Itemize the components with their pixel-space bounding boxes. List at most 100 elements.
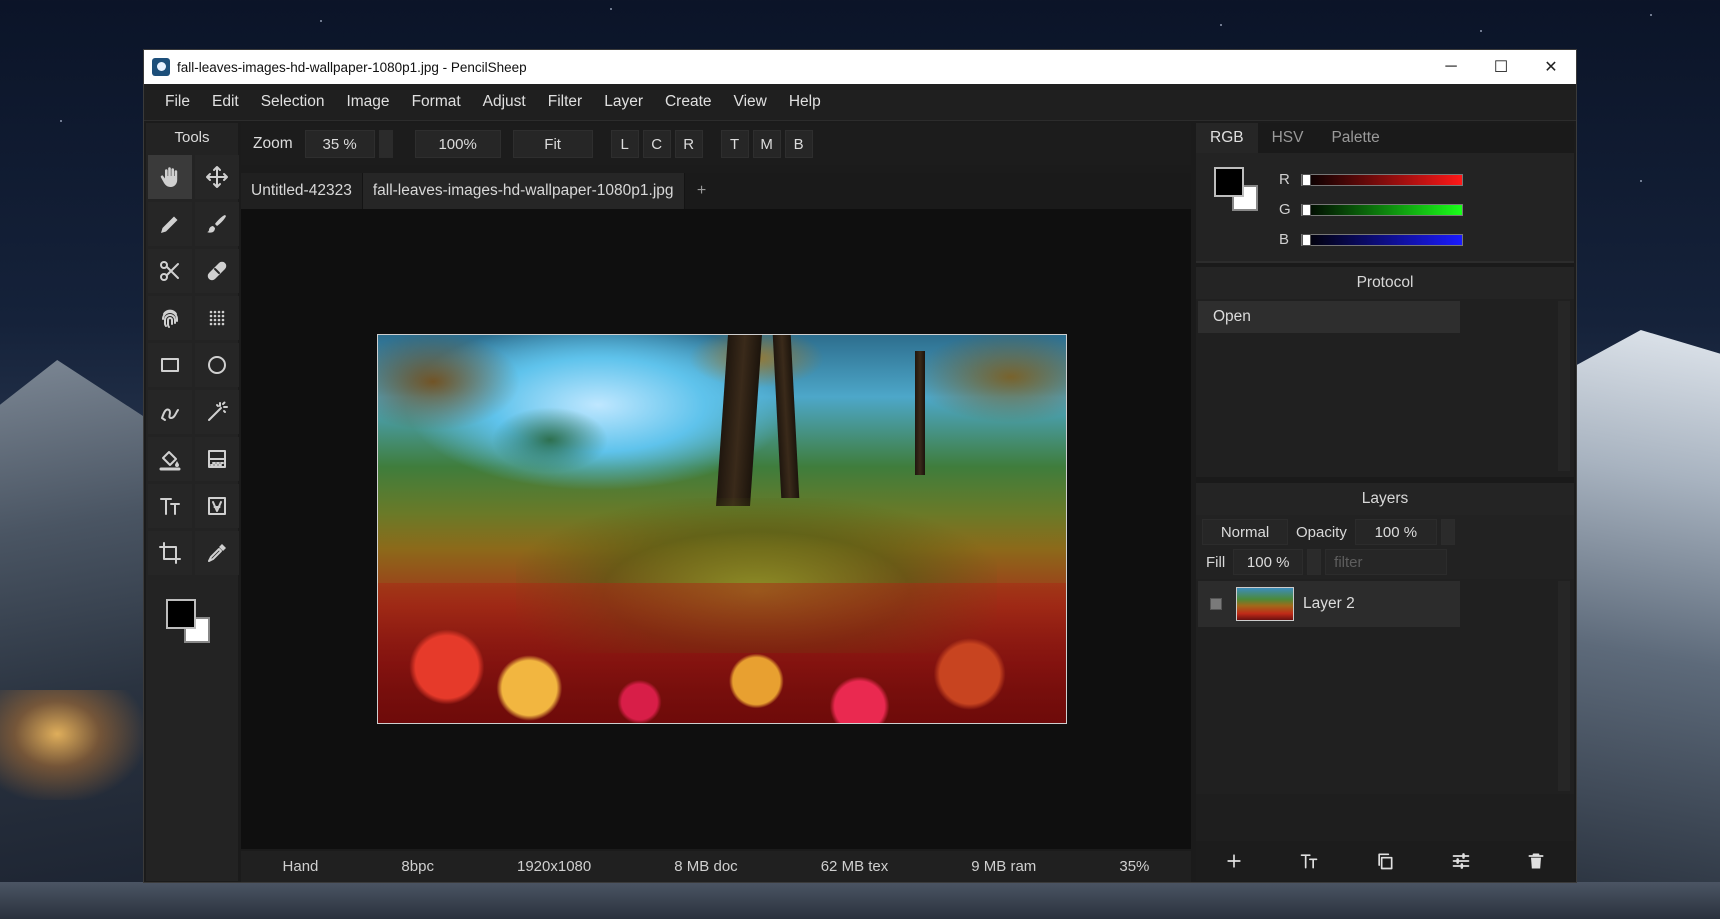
protocol-list: Open	[1196, 299, 1574, 477]
trash-icon	[1528, 853, 1544, 869]
menu-edit[interactable]: Edit	[201, 93, 250, 111]
zoom-spinner[interactable]	[378, 130, 393, 158]
tools-header: Tools	[174, 129, 210, 146]
align-center-button[interactable]: C	[642, 130, 671, 158]
tab-untitled[interactable]: Untitled-42323	[241, 173, 363, 209]
pattern-tool[interactable]	[195, 296, 239, 340]
menu-help[interactable]: Help	[778, 93, 832, 111]
tab-palette[interactable]: Palette	[1317, 123, 1393, 153]
eyedropper-tool[interactable]	[195, 531, 239, 575]
status-bit-depth: 8bpc	[401, 858, 434, 875]
align-middle-button[interactable]: M	[752, 130, 781, 158]
blue-slider-handle[interactable]	[1302, 233, 1311, 246]
text-frame-tool[interactable]	[195, 484, 239, 528]
fill-input[interactable]: 100 %	[1233, 549, 1304, 575]
green-slider-handle[interactable]	[1302, 203, 1311, 216]
gradient-icon	[208, 450, 226, 468]
color-swatches[interactable]	[166, 599, 226, 659]
opacity-input[interactable]: 100 %	[1354, 519, 1437, 545]
right-panel: RGB HSV Palette R G B Protocol Open Laye…	[1196, 123, 1574, 881]
menu-bar: File Edit Selection Image Format Adjust …	[144, 84, 1576, 121]
magic-wand-tool[interactable]	[195, 390, 239, 434]
text-tool[interactable]	[148, 484, 192, 528]
menu-format[interactable]: Format	[401, 93, 472, 111]
foreground-color-swatch[interactable]	[166, 599, 196, 629]
image-trunk	[914, 350, 925, 475]
canvas-area[interactable]	[241, 209, 1191, 849]
app-window: fall-leaves-images-hd-wallpaper-1080p1.j…	[143, 49, 1577, 883]
protocol-scrollbar[interactable]	[1558, 301, 1570, 471]
minimize-button[interactable]: ─	[1426, 50, 1476, 84]
rectangle-tool[interactable]	[148, 343, 192, 387]
align-right-button[interactable]: R	[674, 130, 703, 158]
add-layer-button[interactable]	[1219, 846, 1249, 876]
layer-filter-input[interactable]: filter	[1325, 549, 1448, 575]
color-tabs: RGB HSV Palette	[1196, 123, 1574, 153]
foreground-color-swatch[interactable]	[1214, 167, 1244, 197]
fill-spinner[interactable]	[1307, 549, 1322, 575]
lasso-tool[interactable]	[148, 390, 192, 434]
pencil-tool[interactable]	[148, 202, 192, 246]
brush-tool[interactable]	[195, 202, 239, 246]
menu-file[interactable]: File	[154, 93, 201, 111]
layer-adjustments-button[interactable]	[1446, 846, 1476, 876]
document-image[interactable]	[377, 334, 1067, 724]
hand-tool[interactable]	[148, 155, 192, 199]
menu-adjust[interactable]: Adjust	[472, 93, 537, 111]
tab-hsv[interactable]: HSV	[1258, 123, 1318, 153]
window-title: fall-leaves-images-hd-wallpaper-1080p1.j…	[177, 59, 527, 75]
heal-tool[interactable]	[195, 249, 239, 293]
fill-tool[interactable]	[148, 437, 192, 481]
text-icon	[160, 498, 180, 515]
align-left-button[interactable]: L	[610, 130, 639, 158]
add-tab-button[interactable]: +	[685, 173, 719, 209]
duplicate-layer-button[interactable]	[1370, 846, 1400, 876]
mountain-right	[1576, 330, 1720, 919]
protocol-header: Protocol	[1196, 267, 1574, 299]
red-slider[interactable]	[1301, 173, 1463, 186]
delete-layer-button[interactable]	[1521, 846, 1551, 876]
align-top-button[interactable]: T	[720, 130, 749, 158]
close-button[interactable]: ✕	[1526, 50, 1576, 84]
add-text-layer-button[interactable]	[1294, 846, 1324, 876]
document-tabs: Untitled-42323 fall-leaves-images-hd-wal…	[241, 173, 1191, 209]
move-tool[interactable]	[195, 155, 239, 199]
bandage-icon	[207, 261, 227, 281]
menu-selection[interactable]: Selection	[250, 93, 336, 111]
blue-slider[interactable]	[1301, 233, 1463, 246]
title-bar[interactable]: fall-leaves-images-hd-wallpaper-1080p1.j…	[144, 50, 1576, 84]
gradient-tool[interactable]	[195, 437, 239, 481]
align-bottom-button[interactable]: B	[784, 130, 813, 158]
duplicate-icon	[1378, 853, 1393, 870]
tab-fall-leaves[interactable]: fall-leaves-images-hd-wallpaper-1080p1.j…	[362, 173, 685, 209]
ellipse-tool[interactable]	[195, 343, 239, 387]
desktop-foreground	[0, 882, 1720, 919]
blend-mode-select[interactable]: Normal	[1202, 519, 1288, 545]
menu-view[interactable]: View	[723, 93, 778, 111]
slider-label-b: B	[1279, 231, 1290, 248]
zoom-fit-button[interactable]: Fit	[512, 130, 593, 158]
layers-scrollbar[interactable]	[1558, 581, 1570, 791]
opacity-spinner[interactable]	[1440, 519, 1455, 545]
zoom-100-button[interactable]: 100%	[414, 130, 501, 158]
move-icon	[206, 166, 228, 188]
menu-layer[interactable]: Layer	[593, 93, 654, 111]
red-slider-handle[interactable]	[1302, 173, 1311, 186]
menu-image[interactable]: Image	[335, 93, 400, 111]
green-slider[interactable]	[1301, 203, 1463, 216]
maximize-button[interactable]: ☐	[1476, 50, 1526, 84]
menu-create[interactable]: Create	[654, 93, 723, 111]
protocol-item-open[interactable]: Open	[1198, 301, 1460, 333]
scissors-tool[interactable]	[148, 249, 192, 293]
zoom-input[interactable]: 35 %	[304, 130, 375, 158]
color-picker: R G B	[1196, 153, 1574, 263]
tool-options-bar: Zoom 35 % 100% Fit L C R T M B	[241, 123, 1191, 165]
layer-visibility-checkbox[interactable]	[1210, 598, 1222, 610]
village-lights	[0, 690, 143, 800]
status-tool: Hand	[282, 858, 319, 875]
menu-filter[interactable]: Filter	[537, 93, 593, 111]
smudge-tool[interactable]	[148, 296, 192, 340]
tab-rgb[interactable]: RGB	[1196, 123, 1258, 153]
crop-tool[interactable]	[148, 531, 192, 575]
layer-row[interactable]: Layer 2	[1198, 581, 1460, 627]
